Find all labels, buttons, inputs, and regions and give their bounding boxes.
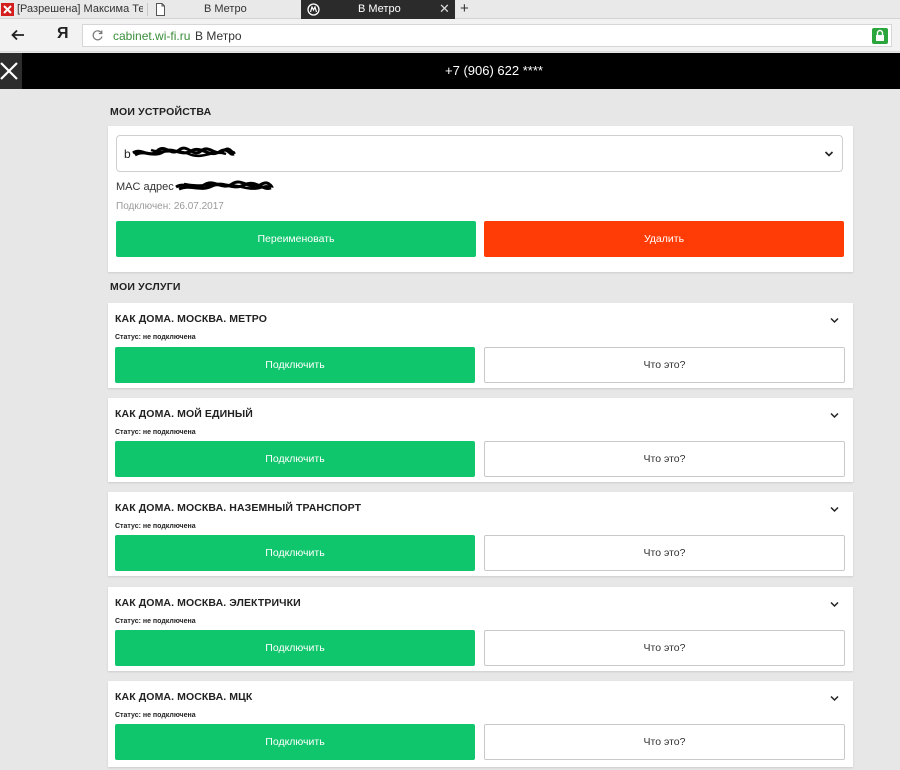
yandex-logo[interactable]: Я [57, 25, 69, 43]
connect-button[interactable]: Подключить [115, 535, 475, 571]
service-status: Статус: не подключена [115, 618, 196, 625]
tab-v-metro-active[interactable]: В Метро ✕ [301, 0, 455, 19]
tab-maxima[interactable]: [Разрешена] Максима Теле [0, 0, 143, 19]
address-bar: Я cabinet.wi-fi.ru В Метро [0, 19, 900, 52]
service-card: КАК ДОМА. МОСКВА. НАЗЕМНЫЙ ТРАНСПОРТ Ста… [108, 492, 853, 576]
secure-lock-icon[interactable] [872, 28, 888, 44]
back-arrow-icon[interactable] [9, 26, 27, 44]
connect-button[interactable]: Подключить [115, 441, 475, 477]
close-button[interactable] [0, 53, 22, 89]
chevron-down-icon[interactable] [830, 600, 839, 609]
delete-button[interactable]: Удалить [484, 221, 844, 257]
what-is-this-button[interactable]: Что это? [484, 535, 845, 571]
new-tab-icon[interactable]: + [460, 0, 469, 17]
what-is-this-button[interactable]: Что это? [484, 724, 845, 760]
tab-label: В Метро [358, 3, 401, 15]
page-header: +7 (906) 622 **** [0, 53, 900, 89]
connect-button[interactable]: Подключить [115, 347, 475, 383]
device-name: b [124, 147, 131, 161]
x-logo-icon [1, 3, 14, 16]
rename-button[interactable]: Переименовать [116, 221, 476, 257]
phone-number: +7 (906) 622 **** [445, 63, 543, 78]
what-is-this-button[interactable]: Что это? [484, 630, 845, 666]
mac-label: MAC адрес [116, 181, 174, 193]
service-card: КАК ДОМА. МОЙ ЕДИНЫЙ Статус: не подключе… [108, 398, 853, 482]
service-card: КАК ДОМА. МОСКВА. ЭЛЕКТРИЧКИ Статус: не … [108, 587, 853, 671]
browser-tab-bar: [Разрешена] Максима Теле В Метро В Метро… [0, 0, 900, 19]
close-tab-icon[interactable]: ✕ [439, 0, 450, 18]
what-is-this-button[interactable]: Что это? [484, 347, 845, 383]
close-icon [0, 62, 18, 80]
chevron-down-icon[interactable] [830, 316, 839, 325]
tab-v-metro-1[interactable]: В Метро [150, 0, 300, 19]
services-section-title: МОИ УСЛУГИ [110, 281, 181, 293]
url-page-title: В Метро [195, 29, 242, 43]
redaction-scribble [132, 146, 236, 158]
tab-divider [147, 3, 148, 16]
service-status: Статус: не подключена [115, 429, 196, 436]
document-icon [156, 3, 165, 16]
mac-address: MAC адрес [116, 181, 174, 193]
chevron-down-icon[interactable] [830, 411, 839, 420]
what-is-this-button[interactable]: Что это? [484, 441, 845, 477]
tab-label: В Метро [204, 3, 247, 15]
metro-logo-icon [307, 3, 320, 16]
connect-button[interactable]: Подключить [115, 724, 475, 760]
service-title: КАК ДОМА. МОСКВА. ЭЛЕКТРИЧКИ [115, 597, 301, 609]
chevron-down-icon[interactable] [830, 505, 839, 514]
tab-label: [Разрешена] Максима Теле [17, 3, 143, 15]
device-select[interactable]: b [116, 135, 843, 172]
service-card: КАК ДОМА. МОСКВА. МЕТРО Статус: не подкл… [108, 303, 853, 388]
url-domain: cabinet.wi-fi.ru [113, 29, 191, 43]
connect-button[interactable]: Подключить [115, 630, 475, 666]
service-title: КАК ДОМА. МОСКВА. МЦК [115, 691, 253, 703]
devices-section-title: МОИ УСТРОЙСТВА [110, 106, 212, 118]
service-title: КАК ДОМА. МОСКВА. НАЗЕМНЫЙ ТРАНСПОРТ [115, 502, 362, 514]
service-status: Статус: не подключена [115, 712, 196, 719]
url-field[interactable]: cabinet.wi-fi.ru В Метро [82, 24, 892, 47]
service-card: КАК ДОМА. МОСКВА. МЦК Статус: не подключ… [108, 681, 853, 767]
service-title: КАК ДОМА. МОСКВА. МЕТРО [115, 313, 268, 325]
mac-redaction-scribble [175, 180, 274, 191]
chevron-down-icon [824, 151, 834, 157]
chevron-down-icon[interactable] [830, 694, 839, 703]
refresh-icon[interactable] [91, 29, 104, 42]
service-status: Статус: не подключена [115, 334, 196, 341]
connected-date: Подключен: 26.07.2017 [116, 201, 224, 212]
service-status: Статус: не подключена [115, 523, 196, 530]
device-card: b MAC адрес Подключен: 26.07.2017 Переим… [108, 126, 853, 272]
service-title: КАК ДОМА. МОЙ ЕДИНЫЙ [115, 408, 253, 420]
